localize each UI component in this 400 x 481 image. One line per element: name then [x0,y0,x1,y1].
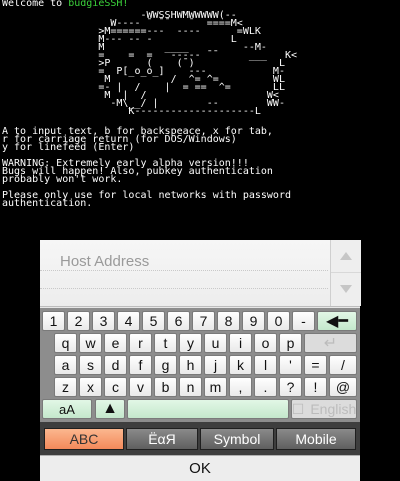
language-label: English [310,401,357,417]
key-o[interactable]: o [254,333,277,353]
key-equals[interactable]: = [304,355,327,375]
scroll-down-button[interactable] [331,273,361,305]
input-scrollbar[interactable] [330,240,361,306]
key-k[interactable]: k [229,355,252,375]
key-r[interactable]: r [129,333,152,353]
keyboard: 1 2 3 4 5 6 7 8 9 0 - ◀━ q w e r t y u i… [40,308,360,422]
key-i[interactable]: i [229,333,252,353]
language-globe-icon: ☐ [291,400,305,417]
tab-mobile[interactable]: Mobile [276,428,356,450]
security-note: Please only use for local networks with … [2,190,291,209]
host-address-input[interactable] [58,250,322,272]
key-1[interactable]: 1 [42,311,65,331]
key-g[interactable]: g [154,355,177,375]
key-5[interactable]: 5 [142,311,165,331]
key-2[interactable]: 2 [67,311,90,331]
tab-symbol[interactable]: Symbol [200,428,274,450]
key-v[interactable]: v [129,377,152,397]
key-6[interactable]: 6 [167,311,190,331]
key-a[interactable]: a [54,355,77,375]
key-s[interactable]: s [79,355,102,375]
key-u[interactable]: u [204,333,227,353]
brand-name: budgieSSH! [68,0,129,9]
key-l[interactable]: l [254,355,277,375]
down-triangle-icon [340,285,352,293]
key-3[interactable]: 3 [92,311,115,331]
space-key[interactable] [127,399,289,419]
key-question[interactable]: ? [279,377,302,397]
key-e[interactable]: e [104,333,127,353]
key-exclamation[interactable]: ! [304,377,327,397]
language-key[interactable]: ☐ English [291,399,357,419]
key-n[interactable]: n [179,377,202,397]
key-b[interactable]: b [154,377,177,397]
key-p[interactable]: p [279,333,302,353]
keyboard-screen: 1 2 3 4 5 6 7 8 9 0 - ◀━ q w e r t y u i… [40,240,361,481]
shift-key[interactable]: ▲ [95,399,125,419]
tab-accented[interactable]: ËαЯ [126,428,198,450]
backspace-key[interactable]: ◀━ [317,311,357,331]
warning-text: WARNING: Extremely early alpha version!!… [2,158,273,185]
key-y[interactable]: y [179,333,202,353]
key-4[interactable]: 4 [117,311,140,331]
key-x[interactable]: x [79,377,102,397]
input-guide-line [40,270,328,271]
scroll-up-button[interactable] [331,240,361,273]
return-arrow-icon: ↵ [323,335,338,352]
key-j[interactable]: j [204,355,227,375]
key-period[interactable]: . [254,377,277,397]
key-8[interactable]: 8 [217,311,240,331]
help-text: A to input text, b for backspeace, x for… [2,126,273,153]
key-comma[interactable]: , [229,377,252,397]
enter-key[interactable]: ↵ [304,333,357,353]
key-f[interactable]: f [129,355,152,375]
key-0[interactable]: 0 [267,311,290,331]
key-d[interactable]: d [104,355,127,375]
key-9[interactable]: 9 [242,311,265,331]
key-m[interactable]: m [204,377,227,397]
up-triangle-icon [340,252,352,260]
key-q[interactable]: q [54,333,77,353]
shift-up-arrow-icon: ▲ [102,400,118,417]
key-slash[interactable]: / [329,355,357,375]
input-mode-bar: ABC ËαЯ Symbol Mobile [40,422,360,455]
ascii-art-logo: -WWSSHWMWWWWW(-- W---- ¯ ¯¯ ¯ ====M< >M=… [98,10,298,117]
key-c[interactable]: c [104,377,127,397]
input-area [40,240,361,307]
case-toggle-key[interactable]: aA [42,399,92,419]
tab-abc[interactable]: ABC [44,428,124,450]
key-z[interactable]: z [54,377,77,397]
welcome-prefix: Welcome to [2,0,69,9]
welcome-line: Welcome to budgieSSH! [2,0,129,9]
key-at[interactable]: @ [329,377,357,397]
key-minus[interactable]: - [292,311,315,331]
key-h[interactable]: h [179,355,202,375]
key-7[interactable]: 7 [192,311,215,331]
key-apostrophe[interactable]: ' [279,355,302,375]
case-toggle-label: aA [59,401,75,417]
key-t[interactable]: t [154,333,177,353]
key-w[interactable]: w [79,333,102,353]
backspace-arrow-icon: ◀━ [326,313,348,330]
input-guide-line [40,288,328,289]
ok-button[interactable]: OK [40,455,360,481]
terminal-screen: Welcome to budgieSSH! -WWSSHWMWWWWW(-- W… [0,0,400,240]
